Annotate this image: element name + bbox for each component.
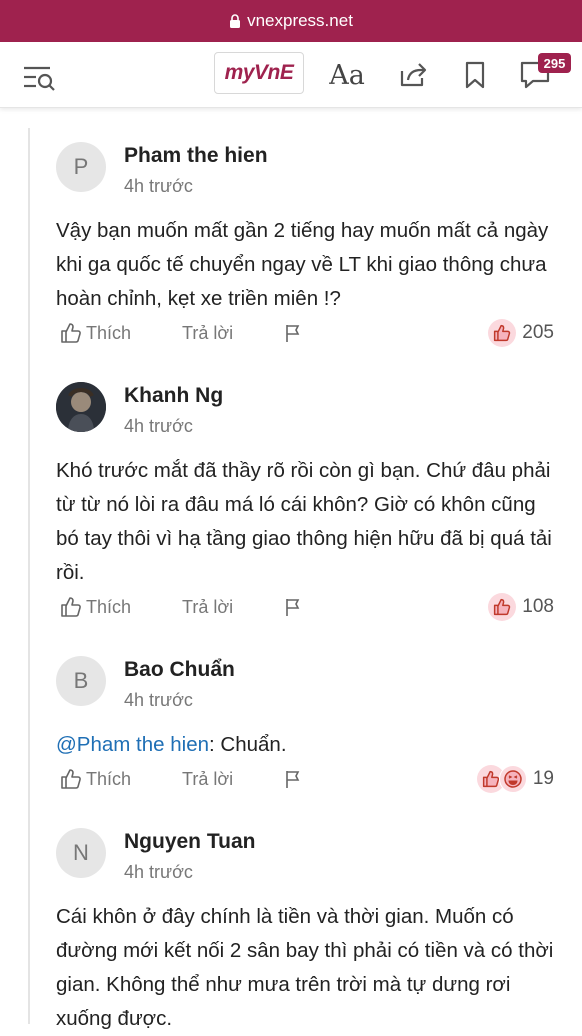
avatar[interactable]: B (56, 656, 106, 706)
menu-search-icon[interactable] (22, 64, 56, 92)
report-flag-icon[interactable] (284, 764, 302, 794)
comment-text: @Pham the hien: Chuẩn. (56, 733, 287, 756)
comment-actions: Thích Trả lời 108 (56, 592, 556, 622)
like-button[interactable]: Thích (60, 592, 131, 622)
reaction-count[interactable]: 205 (488, 318, 554, 348)
reply-thread-line (28, 128, 30, 1024)
avatar[interactable]: P (56, 142, 106, 192)
comment-author[interactable]: Bao Chuẩn (124, 658, 235, 682)
bookmark-icon[interactable] (458, 58, 492, 92)
comment-time: 4h trước (124, 176, 193, 196)
url-text: vnexpress.net (247, 11, 353, 30)
comment-actions: Thích Trả lời 205 (56, 318, 556, 348)
thumbs-up-icon (61, 769, 81, 789)
reply-button[interactable]: Trả lời (182, 592, 233, 622)
comment-text: Khó trước mắt đã thầy rõ rồi còn gì bạn.… (56, 459, 552, 584)
comment-text: Vậy bạn muốn mất gần 2 tiếng hay muốn mấ… (56, 219, 549, 310)
like-button[interactable]: Thích (60, 764, 131, 794)
share-icon[interactable] (396, 58, 430, 92)
comment-count-badge: 295 (538, 53, 571, 73)
reaction-count[interactable]: 19 (476, 764, 554, 794)
avatar[interactable] (56, 382, 106, 432)
avatar-photo (56, 382, 106, 432)
comment-time: 4h trước (124, 862, 193, 882)
report-flag-icon[interactable] (284, 592, 302, 622)
like-button[interactable]: Thích (60, 318, 131, 348)
myvne-button[interactable]: myVnE (214, 52, 304, 94)
reply-button[interactable]: Trả lời (182, 764, 233, 794)
comment-text: Cái khôn ở đây chính là tiền và thời gia… (56, 905, 554, 1030)
comment-time: 4h trước (124, 690, 193, 710)
thumbs-up-icon (61, 323, 81, 343)
avatar[interactable]: N (56, 828, 106, 878)
site-header: myVnE Aa 295 (0, 42, 582, 108)
comment-time: 4h trước (124, 416, 193, 436)
font-size-icon[interactable]: Aa (329, 58, 365, 92)
thumbs-up-icon (61, 597, 81, 617)
haha-reaction-icon (498, 765, 527, 793)
lock-icon (230, 14, 241, 28)
comment-author[interactable]: Nguyen Tuan (124, 830, 255, 854)
mention-link[interactable]: @Pham the hien (56, 733, 209, 756)
reaction-count[interactable]: 108 (488, 592, 554, 622)
comment-author[interactable]: Pham the hien (124, 144, 268, 168)
comment-actions: Thích Trả lời 19 (56, 764, 556, 794)
report-flag-icon[interactable] (284, 318, 302, 348)
comment-author[interactable]: Khanh Ng (124, 384, 223, 408)
reply-button[interactable]: Trả lời (182, 318, 233, 348)
like-reaction-icon (488, 319, 517, 347)
like-reaction-icon (488, 593, 517, 621)
browser-url-bar[interactable]: vnexpress.net (0, 0, 582, 42)
